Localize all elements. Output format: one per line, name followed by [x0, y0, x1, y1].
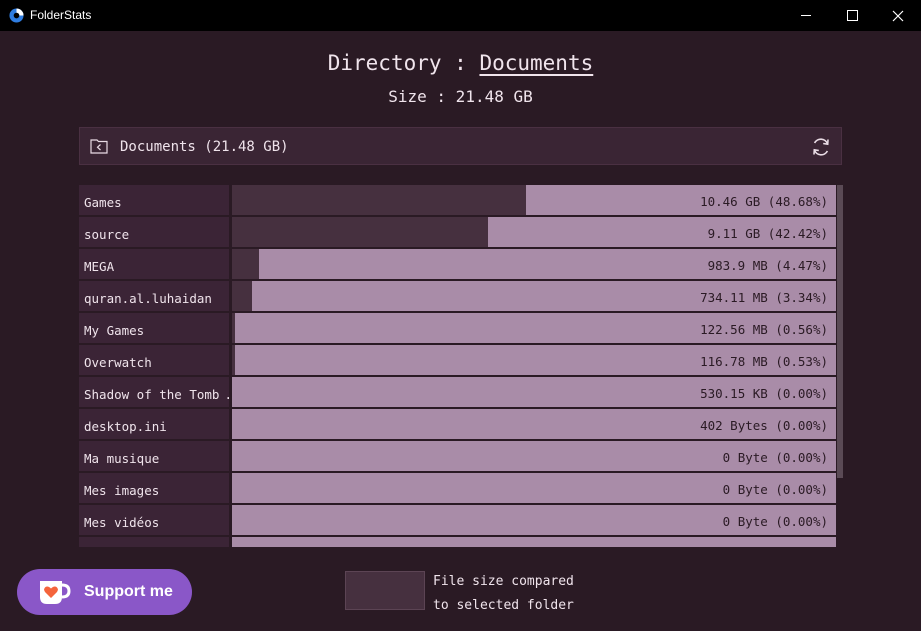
total-size: Size : 21.48 GB	[388, 87, 533, 106]
size-bar: 122.56 MB (0.56%)	[232, 313, 836, 343]
directory-prefix: Directory :	[327, 51, 480, 75]
size-bar: 9.11 GB (42.42%)	[232, 217, 836, 247]
size-bar-fill	[232, 249, 259, 279]
folder-name: source	[79, 217, 229, 247]
size-bar-fill	[232, 281, 253, 311]
scrollbar-thumb[interactable]	[837, 185, 843, 478]
folder-name: Overwatch	[79, 345, 229, 375]
size-bar	[232, 537, 836, 547]
list-item[interactable]: Mes images 0 Byte (0.00%)	[79, 473, 836, 503]
support-me-button[interactable]: Support me	[17, 569, 192, 615]
folder-size: 9.11 GB (42.42%)	[707, 226, 828, 241]
list-item[interactable]: Games 10.46 GB (48.68%)	[79, 185, 836, 215]
refresh-icon[interactable]	[811, 137, 831, 157]
folder-size: 116.78 MB (0.53%)	[700, 354, 828, 369]
close-icon	[892, 10, 904, 21]
scrollbar[interactable]	[836, 183, 844, 547]
app-logo-icon	[9, 8, 24, 23]
size-bar-fill	[232, 185, 527, 215]
folder-size: 530.15 KB (0.00%)	[700, 386, 828, 401]
support-me-label: Support me	[84, 583, 173, 600]
folder-back-icon[interactable]	[90, 138, 108, 154]
folder-size: 402 Bytes (0.00%)	[700, 418, 828, 433]
directory-link[interactable]: Documents	[479, 51, 593, 75]
list-item[interactable]	[79, 537, 836, 547]
folder-name: My Games	[79, 313, 229, 343]
list-item[interactable]: MEGA 983.9 MB (4.47%)	[79, 249, 836, 279]
current-folder-label: Documents (21.48 GB)	[120, 139, 289, 155]
maximize-button[interactable]	[829, 0, 875, 31]
list-item[interactable]: Overwatch 116.78 MB (0.53%)	[79, 345, 836, 375]
folder-size: 0 Byte (0.00%)	[722, 514, 828, 529]
folder-name: Games	[79, 185, 229, 215]
folder-name: MEGA	[79, 249, 229, 279]
size-bar: 0 Byte (0.00%)	[232, 473, 836, 503]
list-item[interactable]: source 9.11 GB (42.42%)	[79, 217, 836, 247]
size-bar-fill	[232, 345, 236, 375]
coffee-cup-heart-icon	[40, 581, 71, 604]
size-bar: 734.11 MB (3.34%)	[232, 281, 836, 311]
legend-line-1: File size compared	[433, 574, 574, 589]
size-bar: 116.78 MB (0.53%)	[232, 345, 836, 375]
size-bar: 0 Byte (0.00%)	[232, 505, 836, 535]
folder-name: Shadow of the Tomb …	[79, 377, 229, 407]
close-button[interactable]	[875, 0, 921, 31]
folder-name: Mes vidéos	[79, 505, 229, 535]
folder-size: 10.46 GB (48.68%)	[700, 194, 828, 209]
folder-name: desktop.ini	[79, 409, 229, 439]
list-item[interactable]: Ma musique 0 Byte (0.00%)	[79, 441, 836, 471]
size-bar: 10.46 GB (48.68%)	[232, 185, 836, 215]
list-item[interactable]: Mes vidéos 0 Byte (0.00%)	[79, 505, 836, 535]
folder-name: quran.al.luhaidan	[79, 281, 229, 311]
folder-size: 0 Byte (0.00%)	[722, 450, 828, 465]
size-bar-fill	[232, 217, 489, 247]
list-item[interactable]: Shadow of the Tomb … 530.15 KB (0.00%)	[79, 377, 836, 407]
directory-heading: Directory : Documents	[0, 51, 921, 75]
size-bar-fill	[232, 313, 236, 343]
folder-size: 734.11 MB (3.34%)	[700, 290, 828, 305]
list-item[interactable]: desktop.ini 402 Bytes (0.00%)	[79, 409, 836, 439]
folder-size: 122.56 MB (0.56%)	[700, 322, 828, 337]
folder-name	[79, 537, 229, 547]
list-item[interactable]: My Games 122.56 MB (0.56%)	[79, 313, 836, 343]
size-bar: 0 Byte (0.00%)	[232, 441, 836, 471]
folder-name: Mes images	[79, 473, 229, 503]
folder-list[interactable]: Mes vidéos 0 Byte (0.00%) Mes images 0 Byte…	[79, 183, 845, 547]
path-bar: Documents (21.48 GB)	[79, 127, 842, 165]
folder-size: 0 Byte (0.00%)	[722, 482, 828, 497]
legend-text: File size compared to selected folder	[433, 570, 574, 618]
window-title: FolderStats	[30, 8, 92, 22]
size-bar: 983.9 MB (4.47%)	[232, 249, 836, 279]
list-item[interactable]: quran.al.luhaidan 734.11 MB (3.34%)	[79, 281, 836, 311]
folder-size: 983.9 MB (4.47%)	[707, 258, 828, 273]
size-bar: 402 Bytes (0.00%)	[232, 409, 836, 439]
legend-line-2: to selected folder	[433, 598, 574, 613]
minimize-button[interactable]	[783, 0, 829, 31]
size-bar: 530.15 KB (0.00%)	[232, 377, 836, 407]
title-bar: FolderStats	[0, 0, 921, 31]
folder-name: Ma musique	[79, 441, 229, 471]
legend-swatch	[345, 571, 425, 610]
